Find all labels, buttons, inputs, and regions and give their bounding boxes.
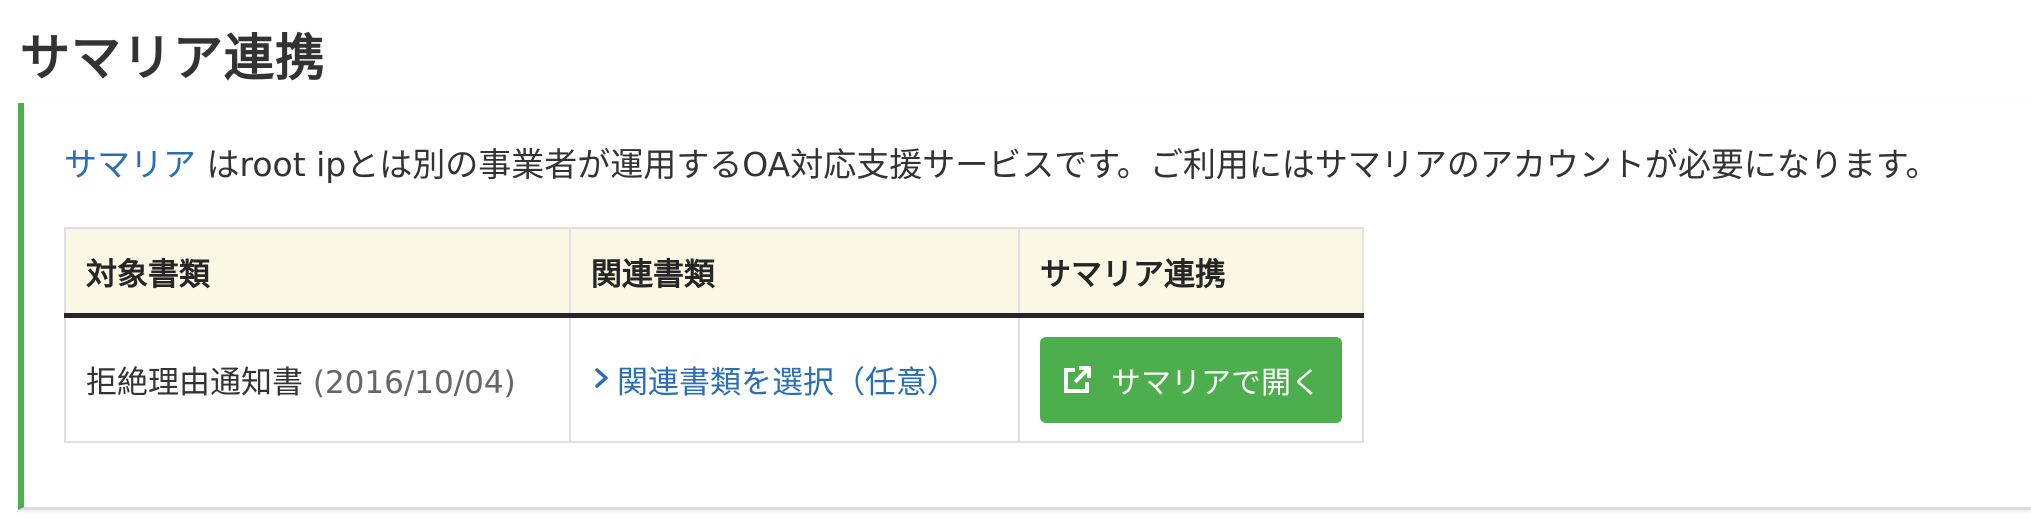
open-in-samaria-button[interactable]: サマリアで開く bbox=[1040, 336, 1342, 423]
select-related-documents-link[interactable]: 関連書類を選択（任意） bbox=[591, 365, 958, 401]
samaria-integration-cell: サマリアで開く bbox=[1018, 314, 1364, 443]
table-header-row: 対象書類 関連書類 サマリア連携 bbox=[64, 227, 1364, 318]
target-document-cell: 拒絶理由通知書 (2016/10/04) bbox=[64, 314, 571, 443]
intro-description: はroot ipとは別の事業者が運用するOA対応支援サービスです。ご利用にはサマ… bbox=[196, 145, 1939, 184]
samaria-link[interactable]: サマリア bbox=[64, 145, 196, 184]
external-link-icon bbox=[1064, 365, 1091, 393]
related-documents-cell: 関連書類を選択（任意） bbox=[569, 314, 1020, 443]
document-date: (2016/10/04) bbox=[312, 365, 516, 401]
chevron-right-icon bbox=[595, 368, 608, 388]
documents-table: 対象書類 関連書類 サマリア連携 拒絶理由通知書 (2016/10/04) 関連… bbox=[64, 227, 1364, 443]
intro-text: サマリア はroot ipとは別の事業者が運用するOA対応支援サービスです。ご利… bbox=[64, 135, 1939, 195]
samaria-panel: サマリア はroot ipとは別の事業者が運用するOA対応支援サービスです。ご利… bbox=[18, 103, 2031, 510]
select-related-documents-label: 関連書類を選択（任意） bbox=[617, 365, 958, 401]
open-in-samaria-label: サマリアで開く bbox=[1111, 365, 1321, 401]
page-title: サマリア連携 bbox=[20, 29, 326, 87]
header-related-documents: 関連書類 bbox=[569, 227, 1020, 318]
header-samaria-integration: サマリア連携 bbox=[1018, 227, 1364, 318]
header-target-document: 対象書類 bbox=[64, 227, 571, 318]
table-row: 拒絶理由通知書 (2016/10/04) 関連書類を選択（任意） サマリアで開く bbox=[64, 314, 1364, 443]
document-name: 拒絶理由通知書 bbox=[86, 365, 303, 401]
